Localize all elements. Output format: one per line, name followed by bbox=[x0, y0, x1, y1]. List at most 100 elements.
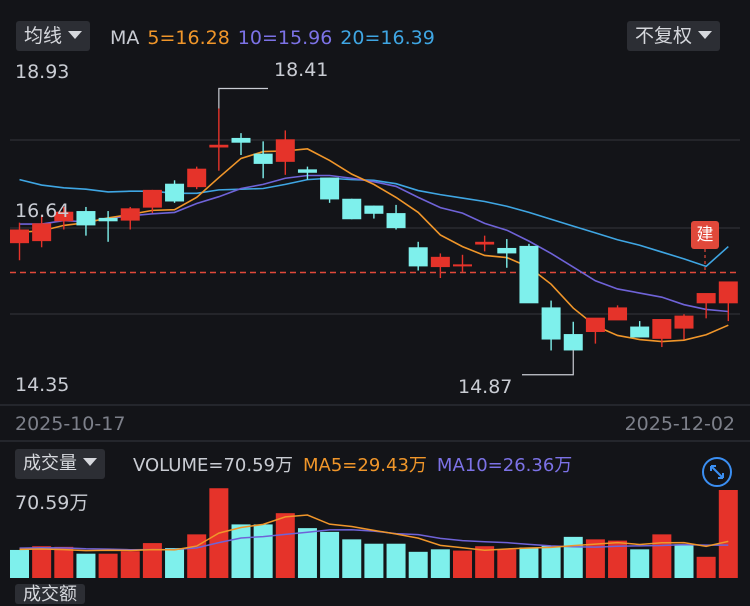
volume-bar[interactable] bbox=[652, 534, 672, 578]
volume-bar[interactable] bbox=[275, 513, 295, 578]
expand-icon[interactable] bbox=[702, 457, 732, 487]
candle-body bbox=[120, 208, 140, 221]
candle[interactable] bbox=[652, 319, 672, 348]
candle[interactable] bbox=[165, 180, 185, 203]
y-axis-bottom-label: 14.35 bbox=[15, 374, 70, 396]
ma20-line bbox=[19, 177, 729, 268]
candle[interactable] bbox=[453, 254, 472, 272]
turnover-tab[interactable]: 成交额 bbox=[15, 584, 85, 605]
candle[interactable] bbox=[187, 166, 207, 190]
candle-body bbox=[408, 247, 428, 267]
candle[interactable] bbox=[253, 141, 273, 179]
price-adjust-dropdown[interactable]: 不复权 bbox=[627, 21, 721, 51]
candle[interactable] bbox=[475, 235, 495, 252]
pane-separator bbox=[0, 440, 750, 442]
candle-body bbox=[475, 241, 495, 245]
candle-body bbox=[585, 317, 605, 333]
candle[interactable] bbox=[430, 253, 450, 279]
volume-bar[interactable] bbox=[674, 544, 694, 578]
high-price-label: 18.41 bbox=[274, 59, 329, 81]
candle-body bbox=[76, 211, 96, 226]
volume-value: VOLUME=70.59万 bbox=[133, 455, 293, 476]
volume-bar[interactable] bbox=[187, 534, 207, 578]
volume-bar[interactable] bbox=[475, 546, 495, 578]
candle-body bbox=[364, 205, 384, 214]
volume-bar[interactable] bbox=[364, 543, 384, 578]
candle-body bbox=[386, 213, 406, 229]
candle[interactable] bbox=[519, 243, 539, 304]
candle[interactable] bbox=[231, 133, 251, 156]
candle-body bbox=[142, 189, 162, 208]
volume-bar[interactable] bbox=[696, 556, 716, 578]
volume-legend: VOLUME=70.59万 MA5=29.43万 MA10=26.36万 bbox=[133, 452, 582, 480]
ma-type-dropdown[interactable]: 均线 bbox=[16, 21, 91, 51]
candle[interactable] bbox=[408, 241, 428, 271]
candle[interactable] bbox=[297, 166, 317, 180]
build-position-badge[interactable]: 建 bbox=[691, 221, 719, 249]
candle[interactable] bbox=[585, 317, 605, 344]
chevron-down-icon bbox=[68, 30, 83, 39]
candle-body bbox=[253, 153, 273, 164]
ma-legend: MA 5=16.28 10=15.96 20=16.39 bbox=[110, 24, 443, 52]
volume-bar[interactable] bbox=[142, 543, 162, 578]
volume-bar[interactable] bbox=[76, 553, 96, 578]
kline-chart[interactable] bbox=[0, 0, 750, 594]
volume-bar[interactable] bbox=[32, 546, 52, 578]
turnover-tab-label: 成交额 bbox=[23, 584, 77, 605]
candle-body bbox=[98, 217, 118, 222]
volume-bar[interactable] bbox=[430, 549, 450, 578]
volume-bar[interactable] bbox=[120, 551, 140, 578]
candle-body bbox=[608, 307, 628, 321]
candle-body bbox=[430, 256, 450, 268]
high-leader-line bbox=[218, 87, 268, 109]
candle-body bbox=[209, 144, 229, 148]
volume-bar[interactable] bbox=[630, 549, 650, 578]
candle-body bbox=[563, 334, 583, 351]
candle-body bbox=[32, 223, 52, 242]
volume-bar[interactable] bbox=[98, 553, 118, 578]
price-grid bbox=[10, 139, 740, 315]
volume-bar[interactable] bbox=[519, 547, 539, 578]
volume-bar[interactable] bbox=[386, 543, 406, 578]
ma5-value: 5=16.28 bbox=[147, 27, 230, 49]
candle[interactable] bbox=[76, 206, 96, 236]
candle-body bbox=[519, 245, 539, 304]
volume-bar[interactable] bbox=[10, 549, 29, 578]
candle[interactable] bbox=[630, 321, 650, 338]
y-axis-top-label: 18.93 bbox=[15, 61, 70, 83]
volume-bar[interactable] bbox=[497, 549, 517, 578]
candle[interactable] bbox=[696, 293, 716, 319]
candle[interactable] bbox=[608, 305, 628, 321]
volume-bar[interactable] bbox=[297, 528, 317, 578]
candle-body bbox=[275, 139, 295, 162]
candle-body bbox=[497, 247, 517, 254]
chevron-down-icon bbox=[83, 458, 97, 466]
volume-bar[interactable] bbox=[563, 536, 583, 578]
candle[interactable] bbox=[563, 321, 583, 351]
candle[interactable] bbox=[275, 130, 295, 175]
candle[interactable] bbox=[386, 204, 406, 230]
volume-bar[interactable] bbox=[541, 545, 561, 578]
candle[interactable] bbox=[674, 314, 694, 340]
candle[interactable] bbox=[320, 177, 340, 203]
volume-bar[interactable] bbox=[253, 524, 273, 578]
candle[interactable] bbox=[342, 198, 362, 220]
candle[interactable] bbox=[718, 281, 738, 322]
ma10-value: 10=15.96 bbox=[237, 27, 333, 49]
candle[interactable] bbox=[497, 239, 517, 268]
candle[interactable] bbox=[98, 211, 118, 242]
x-axis-end-label: 2025-12-02 bbox=[624, 413, 735, 435]
candle[interactable] bbox=[120, 206, 140, 230]
volume-bar[interactable] bbox=[320, 531, 340, 578]
volume-bar[interactable] bbox=[408, 551, 428, 578]
volume-bar[interactable] bbox=[342, 539, 362, 578]
volume-bar[interactable] bbox=[718, 490, 738, 578]
candle[interactable] bbox=[364, 205, 384, 219]
volume-bar[interactable] bbox=[453, 550, 472, 578]
indicator-dropdown[interactable]: 成交量 bbox=[15, 449, 105, 479]
volume-bar[interactable] bbox=[54, 546, 74, 578]
ma-type-label: 均线 bbox=[24, 25, 63, 47]
volume-bar[interactable] bbox=[165, 548, 185, 578]
volume-bar[interactable] bbox=[231, 524, 251, 578]
candle[interactable] bbox=[541, 300, 561, 351]
